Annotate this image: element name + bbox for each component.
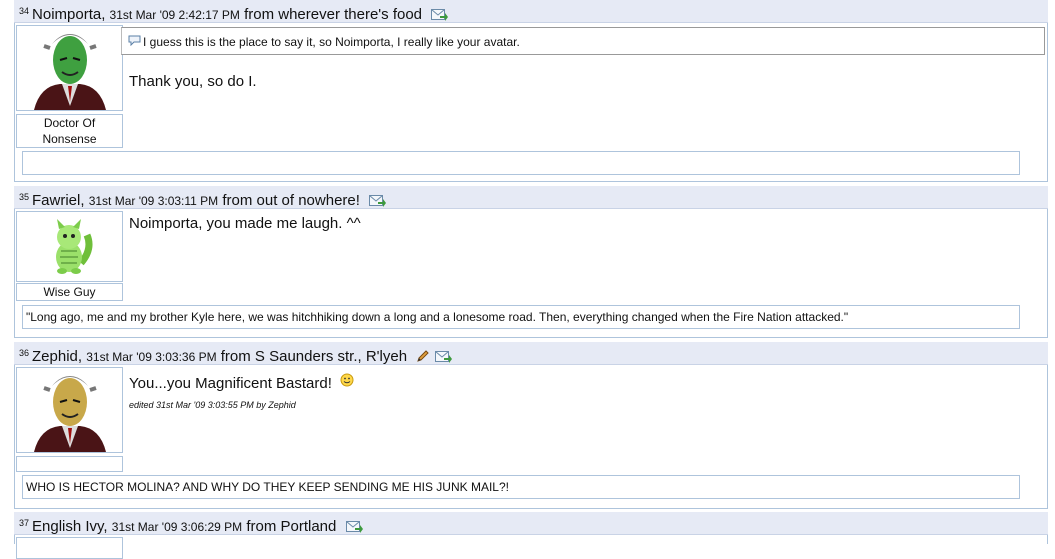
post-header: 36 Zephid, 31st Mar '09 3:03:36 PM from S… [14,342,1048,365]
post-content: Noimporta, you made me laugh. ^^ [129,215,361,232]
avatar [16,211,123,282]
avatar [16,25,123,111]
post-location: from S Saunders str., R'lyeh [220,348,408,365]
post-content: Thank you, so do I. [129,73,257,90]
post-date: 31st Mar '09 2:42:17 PM [109,8,240,22]
post-header: 37 English Ivy, 31st Mar '09 3:06:29 PM f… [14,512,1048,535]
post-header: 35 Fawriel, 31st Mar '09 3:03:11 PM from … [14,186,1048,209]
post-number: 35 [19,192,30,202]
avatar [16,537,123,559]
post-body [14,535,1048,559]
post-number: 37 [19,518,30,528]
avatar [16,367,123,453]
post-location: from Portland [246,518,337,535]
post-body: Doctor Of Nonsense I guess this is the p… [14,23,1048,182]
send-message-icon[interactable] [431,6,449,22]
post-body: You...you Magnificent Bastard! edited 31… [14,365,1048,509]
user-title: Doctor Of Nonsense [16,114,123,148]
post-body: Wise Guy Noimporta, you made me laugh. ^… [14,209,1048,338]
post-content-text: You...you Magnificent Bastard! [129,375,332,392]
user-title [16,456,123,472]
send-message-icon[interactable] [435,348,453,364]
post-content: You...you Magnificent Bastard! edited 31… [129,373,1043,410]
post-date: 31st Mar '09 3:06:29 PM [111,520,243,534]
signature [22,151,1020,175]
user-title: Wise Guy [16,283,123,301]
post-header: 34 Noimporta, 31st Mar '09 2:42:17 PM fro… [14,0,1048,23]
post-author[interactable]: Zephid, [32,348,82,364]
edit-pencil-icon[interactable] [416,348,429,364]
quoted-text: I guess this is the place to say it, so … [121,27,1045,55]
edited-note: edited 31st Mar '09 3:03:55 PM by Zephid [129,400,296,410]
quote-icon [128,28,141,56]
post-date: 31st Mar '09 3:03:11 PM [88,194,219,208]
send-message-icon[interactable] [369,192,387,208]
signature: WHO IS HECTOR MOLINA? AND WHY DO THEY KE… [22,475,1020,499]
post-author[interactable]: English Ivy, [32,518,108,534]
post-number: 34 [19,6,30,16]
post-location: from out of nowhere! [222,192,360,209]
post-author[interactable]: Noimporta, [32,6,105,22]
quote-text: I guess this is the place to say it, so … [143,35,520,49]
post-author[interactable]: Fawriel, [32,192,85,208]
post-number: 36 [19,348,30,358]
post-location: from wherever there's food [244,6,423,23]
smiley-icon [340,373,354,391]
send-message-icon[interactable] [345,518,363,534]
post-date: 31st Mar '09 3:03:36 PM [86,350,217,364]
signature: "Long ago, me and my brother Kyle here, … [22,305,1020,329]
